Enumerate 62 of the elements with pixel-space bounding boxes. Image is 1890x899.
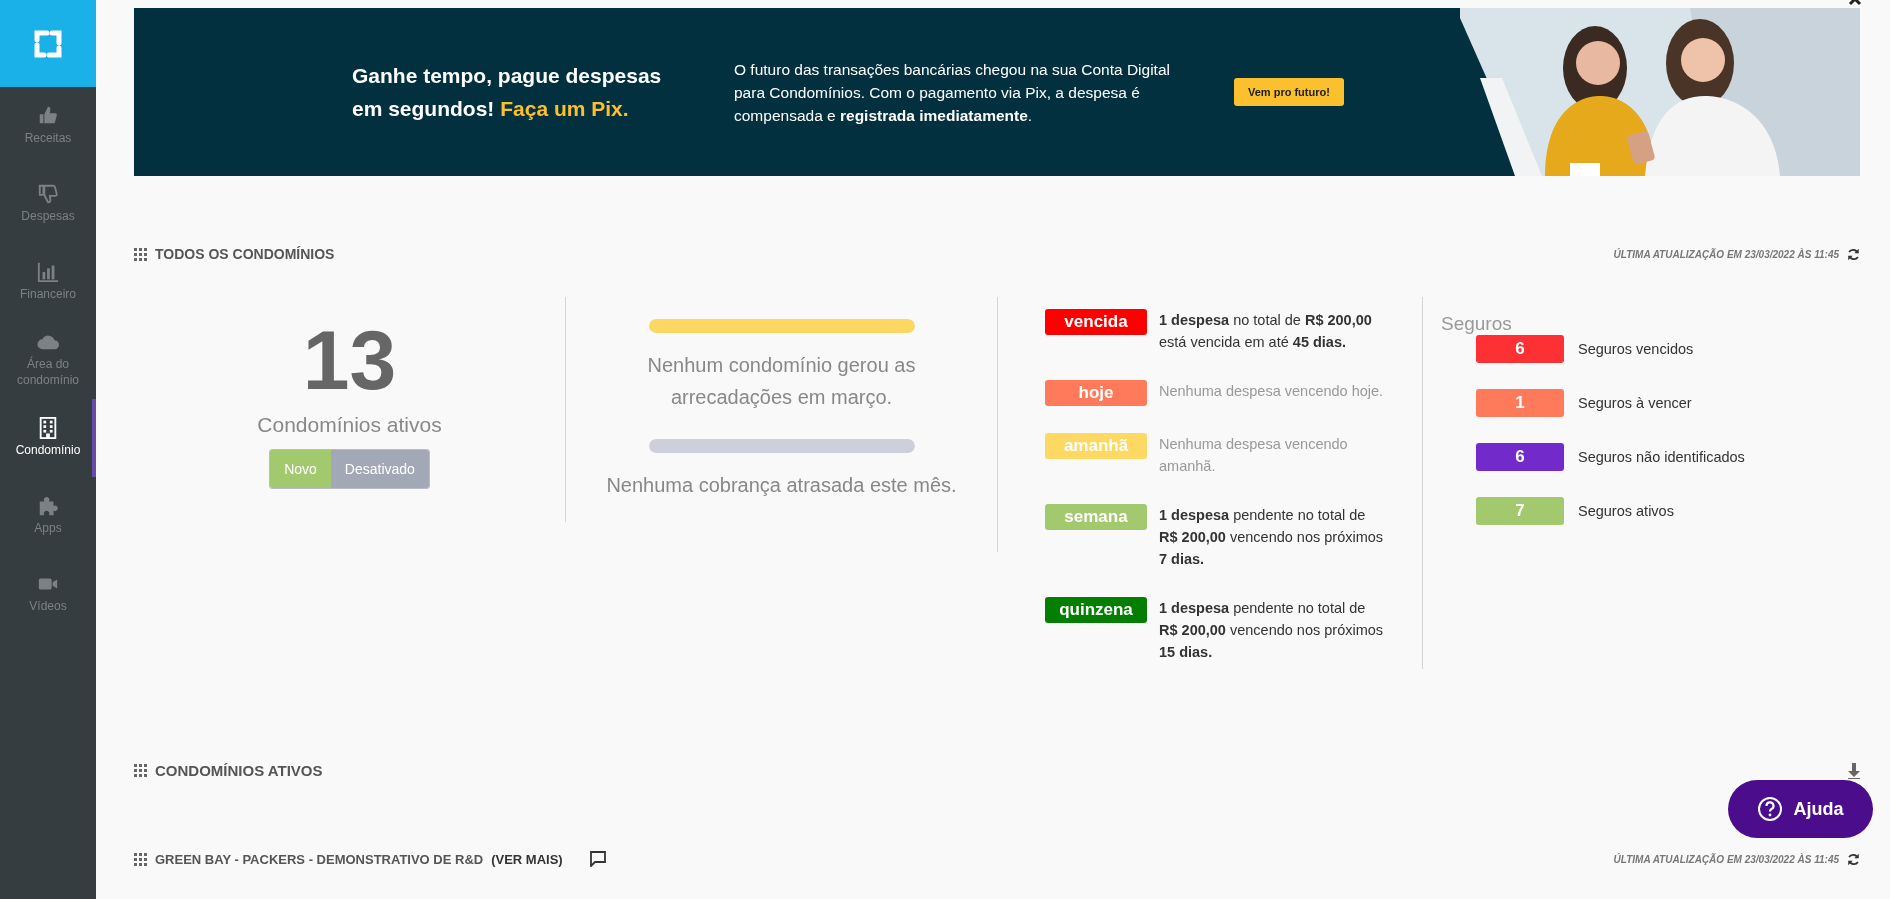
due-text: 1 despesa pendente no total de R$ 200,00 vencendo nos próximos 15 dias. (1159, 599, 1385, 662)
grid-icon (134, 852, 147, 866)
active-label: Condomínios ativos (257, 413, 442, 437)
sidebar-item[interactable]: Receitas (0, 87, 96, 165)
grid-icon (134, 764, 147, 777)
status-tag: semana (1045, 504, 1147, 530)
status-tag: hoje (1045, 380, 1147, 406)
sidebar-label: Apps (34, 521, 62, 537)
last-update: ÚLTIMA ATUALIZAÇÃO EM 23/03/2022 ÀS 11:45 (1613, 853, 1839, 865)
last-update: ÚLTIMA ATUALIZAÇÃO EM 23/03/2022 ÀS 11:45 (1613, 248, 1839, 260)
insurance-label: Seguros não identificados (1578, 449, 1745, 465)
sidebar-item[interactable]: Área do condomínio (0, 321, 96, 399)
count-badge: 6 (1476, 335, 1564, 363)
status-tag: quinzena (1045, 597, 1147, 623)
insurance-label: Seguros vencidos (1578, 341, 1694, 357)
refresh-icon[interactable] (1847, 852, 1860, 866)
refresh-icon[interactable] (1847, 247, 1860, 261)
due-text: 1 despesa pendente no total de R$ 200,00 vencendo nos próximos 7 dias. (1159, 506, 1385, 569)
close-icon[interactable] (1848, 0, 1862, 6)
sidebar-item[interactable]: Condomínio (0, 399, 96, 477)
due-text: Nenhuma despesa vencendo hoje. (1159, 382, 1385, 401)
sidebar-item[interactable]: Vídeos (0, 555, 96, 633)
sidebar-label: Vídeos (29, 599, 67, 615)
banner-headline: Ganhe tempo, pague despesas em segundos! Faça um Pix. (352, 63, 663, 122)
status-tag: amanhã (1045, 433, 1147, 459)
progress-text: Nenhum condomínio gerou as arrecadações em março. (646, 353, 917, 410)
thumbs-down-icon (37, 183, 59, 206)
active-count: 13 (302, 315, 397, 405)
insurance-title: Seguros (1441, 313, 1513, 335)
insurance-label: Seguros ativos (1578, 503, 1674, 519)
banner-text: O futuro das transações bancárias chegou na sua Conta Digital para Condomínios. Com o pagamento via Pix, a despesa é compensada e registrada imediatamente. (734, 59, 1171, 126)
help-button[interactable]: Ajuda (1728, 780, 1873, 838)
toggle-option[interactable]: Desativado (330, 450, 429, 488)
sidebar-label: Condomínio (15, 443, 81, 459)
due-text: Nenhuma despesa vencendo amanhã. (1159, 435, 1349, 476)
status-tag: vencida (1045, 309, 1147, 335)
sidebar-label: Despesas (21, 209, 75, 225)
group-title: GREEN BAY - PACKERS - DEMONSTRATIVO DE R&D (155, 851, 484, 867)
chart-icon (37, 261, 59, 284)
count-badge: 7 (1476, 497, 1564, 525)
sidebar-item[interactable]: Financeiro (0, 243, 96, 321)
count-badge: 6 (1476, 443, 1564, 471)
sidebar-item[interactable]: Apps (0, 477, 96, 555)
grid-icon (134, 247, 147, 261)
toggle-option[interactable]: Novo (270, 450, 331, 488)
see-more-link[interactable]: (VER MAIS) (491, 851, 563, 867)
download-icon[interactable] (1848, 762, 1860, 779)
help-icon (1757, 796, 1784, 822)
insurance-label: Seguros à vencer (1578, 395, 1692, 411)
due-text: 1 despesa no total de R$ 200,00 está vencida em até 45 dias. (1159, 311, 1373, 352)
banner-button[interactable]: Vem pro futuro! (1234, 78, 1344, 106)
comment-icon[interactable] (588, 851, 607, 867)
sidebar-item[interactable]: Despesas (0, 165, 96, 243)
section-title: TODOS OS CONDOMÍNIOS (155, 246, 335, 262)
puzzle-icon (37, 495, 59, 518)
count-badge: 1 (1476, 389, 1564, 417)
sidebar-label: Financeiro (20, 287, 76, 303)
sidebar-label: Área do condomínio (15, 357, 80, 389)
sidebar-label: Receitas (24, 131, 72, 147)
section-title: CONDOMÍNIOS ATIVOS (155, 762, 323, 779)
progress-text: Nenhuma cobrança atrasada este mês. (605, 473, 958, 498)
building-icon (37, 417, 59, 440)
